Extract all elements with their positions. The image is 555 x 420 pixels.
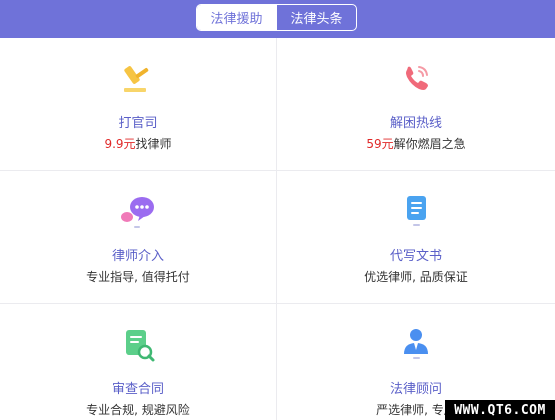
service-document-writing[interactable]: 代写文书 优选律师, 品质保证 <box>277 171 555 304</box>
price-highlight: 59元 <box>366 137 394 151</box>
contract-review-icon <box>126 330 155 362</box>
tab-legal-headlines[interactable]: 法律头条 <box>276 5 356 30</box>
service-title: 法律顾问 <box>389 382 442 397</box>
service-title: 审查合同 <box>111 382 164 397</box>
tab-legal-aid[interactable]: 法律援助 <box>197 5 276 30</box>
service-desc: 59元解你燃眉之急 <box>277 135 555 152</box>
service-desc: 专业合规, 规避风险 <box>86 403 190 417</box>
top-bar: 法律援助 法律头条 <box>0 0 555 38</box>
service-lawsuit[interactable]: 打官司 9.9元找律师 <box>0 38 277 171</box>
phone-icon <box>406 66 428 90</box>
gavel-icon <box>124 66 149 92</box>
service-desc: 9.9元找律师 <box>0 135 276 152</box>
service-desc-text: 找律师 <box>135 137 172 151</box>
service-lawyer-intervention[interactable]: 律师介入 专业指导, 值得托付 <box>0 171 277 304</box>
service-title: 律师介入 <box>111 249 164 264</box>
tab-switcher: 法律援助 法律头条 <box>196 4 357 31</box>
service-contract-review[interactable]: 审查合同 专业合规, 规避风险 <box>0 304 277 420</box>
price-highlight: 9.9元 <box>104 137 136 151</box>
service-desc-text: 解你燃眉之急 <box>393 137 466 151</box>
chat-bubbles-icon <box>121 197 154 228</box>
service-hotline[interactable]: 解困热线 59元解你燃眉之急 <box>277 38 555 171</box>
advisor-icon <box>404 329 428 359</box>
service-desc: 专业指导, 值得托付 <box>86 270 190 284</box>
service-grid: 打官司 9.9元找律师 解困热线 59元解你燃眉之急 律师介入 专业指导, 值得… <box>0 38 555 420</box>
service-title: 打官司 <box>118 116 158 131</box>
service-desc: 优选律师, 品质保证 <box>364 270 468 284</box>
document-icon <box>407 196 426 226</box>
watermark: WWW.QT6.COM <box>445 400 555 420</box>
service-title: 解困热线 <box>389 116 442 131</box>
service-title: 代写文书 <box>389 249 442 264</box>
